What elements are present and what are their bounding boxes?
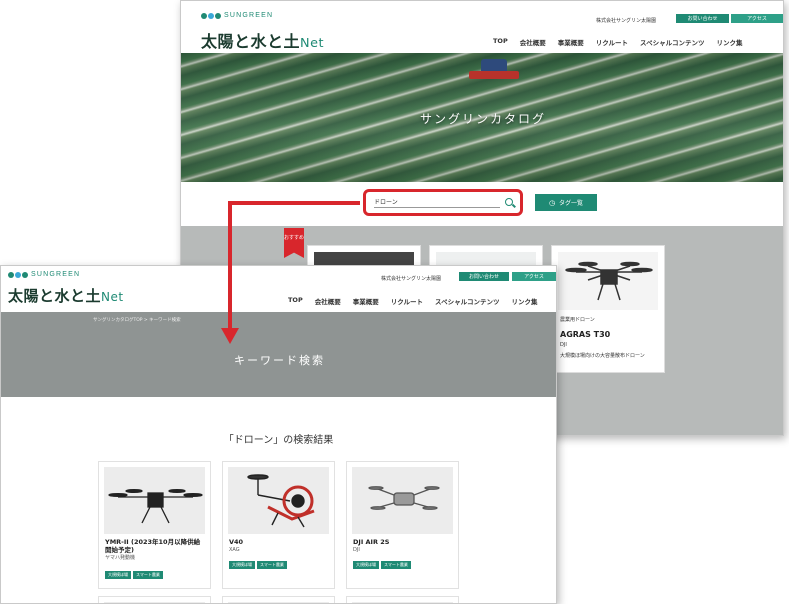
tag-chip[interactable]: 大規模ほ場 [229,561,255,569]
search-box-highlight [363,189,523,216]
tag-list: 大規模ほ場 スマート農業 [353,561,411,569]
product-maker: DJI [353,547,360,553]
brand-logo[interactable]: SUNGREEN [201,12,273,19]
result-card[interactable] [346,596,459,603]
tag-chip[interactable]: スマート農業 [381,561,411,569]
nav-company[interactable]: 会社概要 [315,296,341,306]
breadcrumb[interactable]: サングリンカタログTOP > キーワード検索 [93,317,181,323]
tag-chip[interactable]: スマート農業 [133,571,163,579]
tractor-image [469,59,519,79]
nav-links[interactable]: リンク集 [716,37,742,47]
site-title-text: 太陽と水と土 [201,32,301,51]
results-heading: 「ドローン」の検索結果 [223,435,334,446]
drone-icon [368,486,440,510]
brand-name: SUNGREEN [31,271,81,278]
nav-top[interactable]: TOP [493,37,508,47]
site-title[interactable]: 太陽と水と土Net [201,28,324,52]
page-title: キーワード検索 [234,354,325,367]
nav-links[interactable]: リンク集 [511,296,537,306]
nav-business[interactable]: 事業概要 [353,296,379,306]
nav-special[interactable]: スペシャルコンテンツ [640,37,704,47]
logo-dots-icon [201,12,221,19]
site-title[interactable]: 太陽と水と土Net [8,285,124,306]
product-category: 農業用ドローン [560,317,595,323]
result-card[interactable]: V40 XAG 大規模ほ場 スマート農業 [222,461,335,589]
contact-button[interactable]: お問い合わせ [459,272,509,281]
access-button[interactable]: アクセス [731,14,783,23]
contact-button[interactable]: お問い合わせ [676,14,729,23]
page-header-band: サングリンカタログTOP > キーワード検索 キーワード検索 [1,312,556,397]
product-maker: DJI [560,342,567,348]
product-name-text: V40 [229,538,244,546]
result-card[interactable]: DJI AIR 2S DJI 大規模ほ場 スマート農業 [346,461,459,589]
product-image [104,467,205,534]
product-name-text: DJI AIR 2S [353,538,390,546]
hero-title: サングリンカタログ [419,112,546,126]
product-description: 大規模ほ場向けの大容量散布ドローン [560,353,645,359]
brand-name: SUNGREEN [224,12,274,19]
site-title-suffix: Net [300,36,324,51]
product-name-text: YMR-II (2023年10月以降供給開始予定) [105,538,201,554]
nav-recruit[interactable]: リクルート [391,296,423,306]
product-image [228,467,329,534]
tag-list-button[interactable]: ◷ タグ一覧 [535,194,597,211]
search-results-window: SUNGREEN 太陽と水と土Net 株式会社サングリン太陽園 お問い合わせ ア… [0,265,557,604]
drone-icon [108,489,203,524]
result-card[interactable]: YMR-II (2023年10月以降供給開始予定) ヤマハ発動機 大規模ほ場 スマ… [98,461,211,589]
site-title-text: 太陽と水と土 [8,287,102,305]
nav-recruit[interactable]: リクルート [596,37,628,47]
drone-icon [247,474,315,528]
nav-special[interactable]: スペシャルコンテンツ [435,296,499,306]
tag-list-label: タグ一覧 [559,200,584,207]
tag-chip[interactable]: 大規模ほ場 [353,561,379,569]
tag-chip[interactable]: スマート農業 [257,561,287,569]
nav-company[interactable]: 会社概要 [520,37,546,47]
nav-business[interactable]: 事業概要 [558,37,584,47]
tag-chip[interactable]: 大規模ほ場 [105,571,131,579]
result-card[interactable] [98,596,211,603]
product-image [352,467,453,534]
brand-logo[interactable]: SUNGREEN [8,271,80,278]
search-input[interactable] [374,196,500,208]
site-title-suffix: Net [101,290,124,304]
company-name: 株式会社サングリン太陽園 [381,276,442,282]
product-name: YMR-II (2023年10月以降供給開始予定) ヤマハ発動機 [105,538,205,562]
nav-top[interactable]: TOP [288,296,303,306]
product-card-agras[interactable]: 農業用ドローン AGRAS T30 DJI 大規模ほ場向けの大容量散布ドローン [551,245,665,373]
company-name: 株式会社サングリン太陽園 [596,18,657,24]
tag-icon: ◷ [548,198,556,207]
drone-icon [565,261,653,301]
main-nav: TOP 会社概要 事業概要 リクルート スペシャルコンテンツ リンク集 [493,37,742,47]
result-card[interactable] [222,596,335,603]
access-button[interactable]: アクセス [512,272,556,281]
product-name: V40 XAG [229,538,329,554]
product-name: AGRAS T30 [560,330,611,339]
tag-list: 大規模ほ場 スマート農業 [229,561,287,569]
product-name: DJI AIR 2S DJI [353,538,453,554]
main-nav: TOP 会社概要 事業概要 リクルート スペシャルコンテンツ リンク集 [288,296,537,306]
product-maker: XAG [229,547,240,553]
tag-list: 大規模ほ場 スマート農業 [105,571,163,579]
product-image [558,252,658,310]
product-maker: ヤマハ発動機 [105,555,136,561]
hero-banner: サングリンカタログ [181,53,783,182]
logo-dots-icon [8,271,28,278]
search-icon[interactable] [505,198,513,206]
